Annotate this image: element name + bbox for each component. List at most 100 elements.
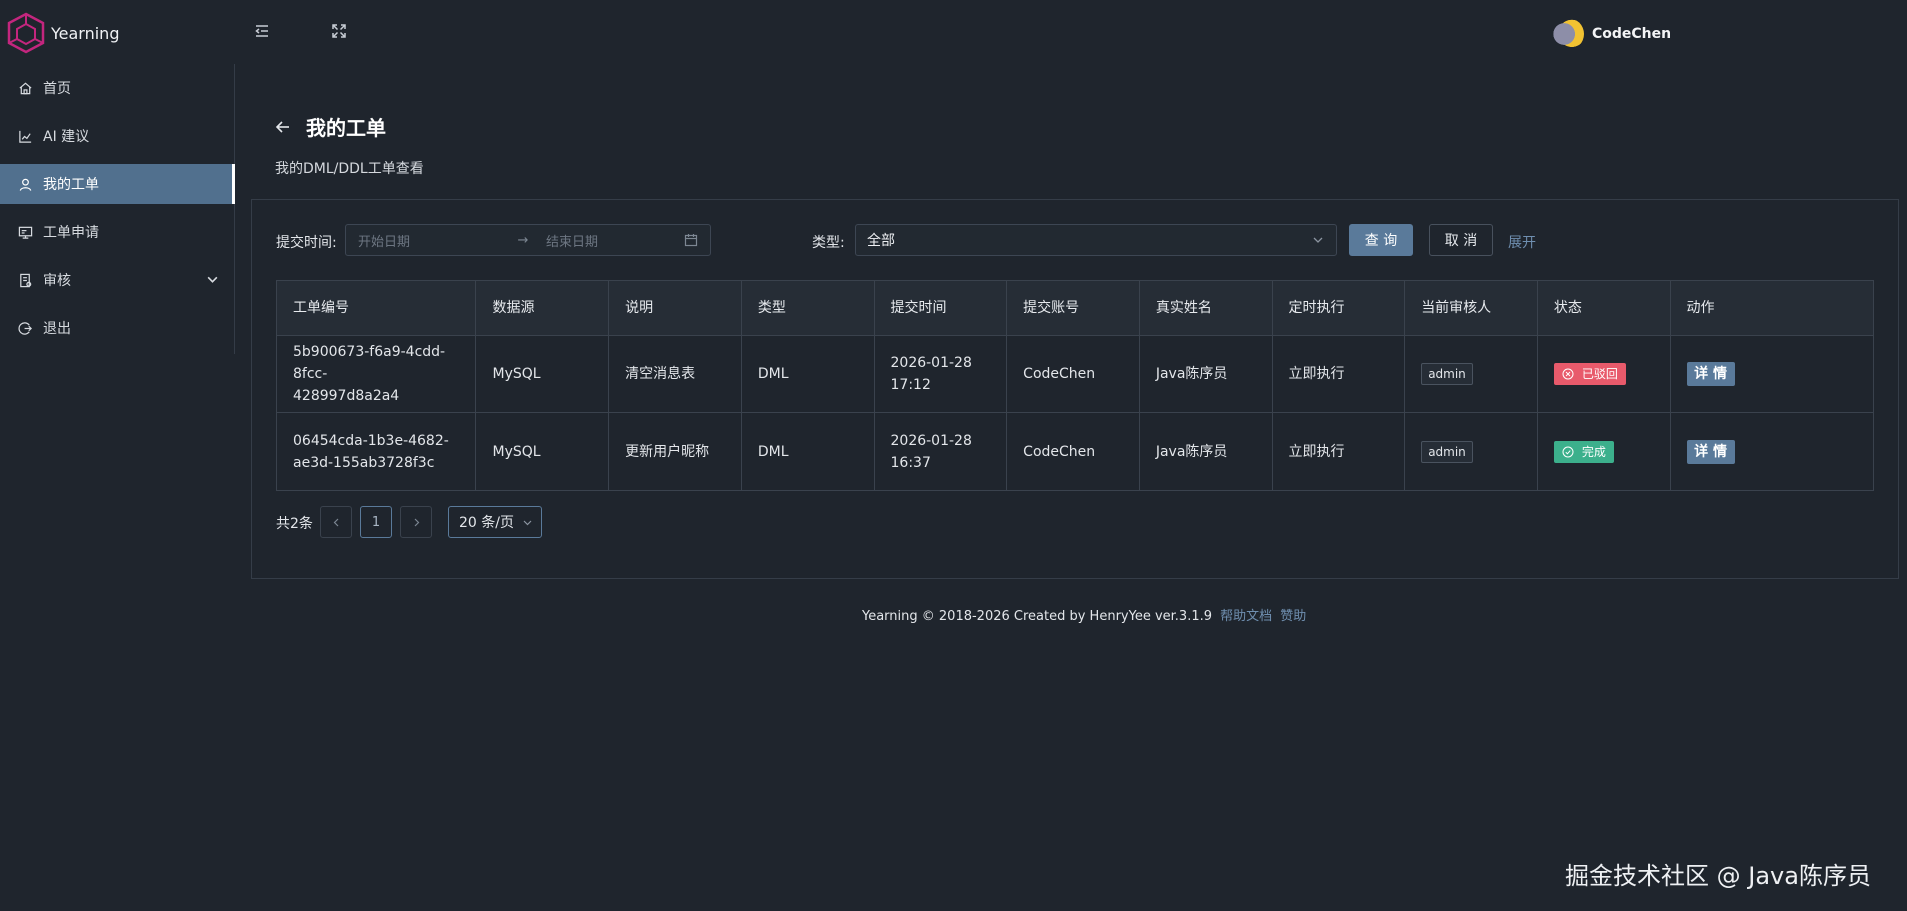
ticket-id-cell: 5b900673-f6a9-4cdd-8fcc- 428997d8a2a4 — [277, 336, 477, 412]
type-cell: DML — [742, 413, 875, 490]
action-cell: 详 情 — [1671, 336, 1873, 412]
total-count: 共2条 — [276, 516, 313, 532]
status-cell: 已驳回 — [1538, 336, 1671, 412]
page-header: 我的工单 — [274, 112, 386, 141]
schedule-cell: 立即执行 — [1273, 413, 1406, 490]
close-circle-icon — [1562, 368, 1574, 380]
column-header: 数据源 — [476, 281, 610, 335]
page-size-value: 20 条/页 — [459, 515, 514, 531]
type-select-value: 全部 — [867, 233, 895, 249]
detail-button[interactable]: 详 情 — [1686, 362, 1735, 386]
chevron-left-icon — [333, 518, 338, 526]
logo-icon — [7, 12, 45, 54]
sidebar-item-my-tickets[interactable]: 我的工单 — [0, 164, 235, 204]
expand-link[interactable]: 展开 — [1508, 232, 1536, 252]
top-header: Yearning CodeChen — [0, 0, 1907, 64]
sidebar-item-label: 审核 — [43, 273, 71, 289]
sidebar-item-label: 我的工单 — [43, 177, 99, 193]
column-header: 定时执行 — [1273, 281, 1406, 335]
end-date-input[interactable]: 结束日期 — [546, 231, 686, 250]
account-cell: CodeChen — [1007, 413, 1140, 490]
column-header: 提交时间 — [875, 281, 1008, 335]
sidebar-item-label: 退出 — [43, 321, 71, 337]
real-name-cell: Java陈序员 — [1140, 413, 1273, 490]
chevron-down-icon — [523, 520, 532, 525]
sidebar-item-home[interactable]: 首页 — [0, 68, 235, 108]
table-row: 5b900673-f6a9-4cdd-8fcc- 428997d8a2a4 MyS… — [277, 336, 1873, 413]
reviewer-cell: admin — [1405, 413, 1538, 490]
check-circle-icon — [1562, 446, 1574, 457]
date-range-picker[interactable]: 开始日期 → 结束日期 — [345, 224, 711, 256]
page-title: 我的工单 — [306, 116, 386, 140]
reviewer-cell: admin — [1405, 336, 1538, 412]
detail-button[interactable]: 详 情 — [1686, 439, 1735, 464]
logout-icon — [18, 321, 32, 335]
chart-icon — [19, 130, 32, 143]
page-size-select[interactable]: 20 条/页 — [448, 506, 542, 538]
menu-collapse-icon[interactable] — [253, 22, 271, 40]
sidebar-item-audit[interactable]: 审核 — [0, 260, 235, 300]
ticket-id-line: 428997d8a2a4 — [293, 388, 400, 404]
sidebar-item-label: 工单申请 — [43, 225, 99, 241]
column-header: 状态 — [1538, 281, 1671, 335]
schedule-cell: 立即执行 — [1273, 336, 1406, 412]
column-header: 动作 — [1686, 300, 1715, 316]
app-logo[interactable]: Yearning — [6, 12, 119, 54]
home-icon — [19, 82, 32, 94]
column-header: 当前审核人 — [1405, 281, 1538, 335]
sidebar: 首页 AI 建议 我的工单 工单申请 审核 退出 — [0, 64, 235, 354]
footer: Yearning © 2018-2026 Created by HenryYee… — [862, 605, 1306, 624]
chevron-down-icon — [1313, 237, 1323, 243]
prev-page-button[interactable] — [320, 506, 352, 538]
sidebar-item-logout[interactable]: 退出 — [0, 308, 235, 348]
account-cell: CodeChen — [1007, 336, 1140, 412]
avatar — [1552, 18, 1584, 50]
sidebar-item-ticket-apply[interactable]: 工单申请 — [0, 212, 235, 252]
query-button[interactable]: 查 询 — [1349, 224, 1413, 256]
watermark: 掘金技术社区 @ Java陈序员 — [1565, 862, 1871, 890]
tickets-table: 工单编号 数据源 说明 类型 提交时间 提交账号 真实姓名 定时执行 当前审核人… — [276, 280, 1874, 491]
sidebar-item-ai-advice[interactable]: AI 建议 — [0, 116, 235, 156]
time-line: 16:37 — [890, 454, 931, 471]
audit-icon — [20, 273, 32, 287]
status-badge: 完成 — [1553, 440, 1614, 463]
chevron-down-icon — [207, 276, 218, 283]
page-number-button[interactable]: 1 — [360, 506, 392, 538]
cancel-button[interactable]: 取 消 — [1429, 224, 1493, 256]
sidebar-item-label: AI 建议 — [43, 129, 90, 145]
status-text: 已驳回 — [1581, 367, 1618, 381]
sponsor-link[interactable]: 赞助 — [1280, 609, 1306, 624]
footer-text: Yearning © 2018-2026 Created by HenryYee… — [862, 609, 1212, 624]
column-header: 工单编号 — [277, 281, 477, 335]
action-cell: 详 情 — [1671, 413, 1873, 490]
type-select[interactable]: 全部 — [855, 224, 1337, 256]
page-subtitle: 我的DML/DDL工单查看 — [275, 161, 424, 177]
chevron-right-icon — [414, 518, 419, 526]
user-menu[interactable]: CodeChen — [1552, 18, 1671, 50]
fullscreen-icon[interactable] — [330, 22, 348, 40]
time-cell: 2026-01-28 17:12 — [875, 336, 1008, 412]
desc-cell: 更新用户昵称 — [609, 413, 742, 490]
type-cell: DML — [742, 336, 875, 412]
user-icon — [19, 178, 32, 191]
reviewer-tag: admin — [1421, 363, 1473, 385]
next-page-button[interactable] — [400, 506, 432, 538]
reviewer-tag: admin — [1421, 440, 1473, 463]
ticket-id-line: 5b900673-f6a9-4cdd-8fcc- — [293, 344, 446, 382]
time-line: 17:12 — [890, 377, 931, 393]
source-cell: MySQL — [476, 413, 610, 490]
column-header: 真实姓名 — [1140, 281, 1273, 335]
column-header: 提交账号 — [1007, 281, 1140, 335]
sidebar-item-label: 首页 — [43, 81, 71, 97]
help-doc-link[interactable]: 帮助文档 — [1220, 609, 1272, 624]
table-header-row: 工单编号 数据源 说明 类型 提交时间 提交账号 真实姓名 定时执行 当前审核人… — [277, 281, 1873, 336]
type-label: 类型: — [812, 235, 845, 251]
real-name-cell: Java陈序员 — [1140, 336, 1273, 412]
back-arrow-icon[interactable] — [274, 118, 292, 136]
time-cell: 2026-01-28 16:37 — [875, 413, 1008, 490]
status-badge: 已驳回 — [1553, 363, 1626, 385]
range-separator: → — [517, 232, 529, 248]
time-line: 2026-01-28 — [890, 355, 972, 371]
start-date-input[interactable]: 开始日期 — [358, 231, 508, 250]
status-text: 完成 — [1581, 444, 1606, 459]
